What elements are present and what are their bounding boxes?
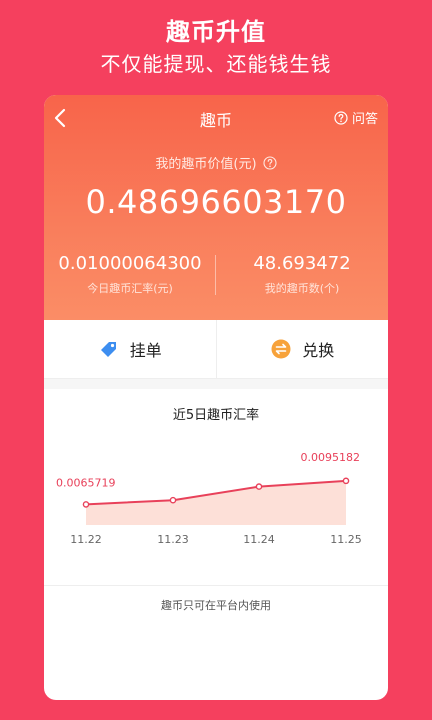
coin-count-value: 48.693472 xyxy=(253,253,351,274)
coin-value-amount: 0.48696603170 xyxy=(85,183,347,221)
chart-point xyxy=(82,501,90,508)
hero-panel: 趣币 问答 我的趣币价值(元) 0.48696603170 0.01000064… xyxy=(44,95,388,320)
coin-count-stat: 48.693472 我的趣币数(个) xyxy=(216,253,388,296)
question-circle-icon[interactable] xyxy=(263,155,277,170)
coin-count-label: 我的趣币数(个) xyxy=(264,282,340,295)
rate-chart: 11.22 11.23 11.24 11.25 0.0065719 0.0095182 xyxy=(56,451,362,545)
chart-title: 近5日趣币汇率 xyxy=(172,408,260,423)
chart-point xyxy=(255,483,263,490)
value-label-row: 我的趣币价值(元) xyxy=(44,153,388,172)
value-label: 我的趣币价值(元) xyxy=(155,157,257,172)
exchange-rate-stat: 0.01000064300 今日趣币汇率(元) xyxy=(44,253,216,296)
exchange-rate-value: 0.01000064300 xyxy=(58,253,202,274)
promo-subtitle: 不仅能提现、还能钱生钱 xyxy=(100,52,332,76)
coin-card: 趣币 问答 我的趣币价值(元) 0.48696603170 0.01000064… xyxy=(44,95,388,700)
chart-x-tick-label: 11.23 xyxy=(157,533,189,545)
chart-x-tick-label: 11.22 xyxy=(70,533,102,545)
exchange-button[interactable]: 兑换 xyxy=(217,320,389,378)
chart-data-label: 0.0065719 xyxy=(56,476,116,489)
chart-data-label: 0.0095182 xyxy=(301,451,361,464)
chart-x-tick-label: 11.24 xyxy=(243,533,275,545)
section-gap xyxy=(44,379,388,389)
list-order-label: 挂单 xyxy=(129,341,162,360)
chart-point xyxy=(169,496,177,504)
list-order-button[interactable]: 挂单 xyxy=(44,320,216,378)
chart-separator xyxy=(44,585,388,586)
promo-title: 趣币升值 xyxy=(166,18,266,46)
chart-point xyxy=(342,477,350,485)
exchange-label: 兑换 xyxy=(302,341,335,360)
chart-x-tick-label: 11.25 xyxy=(330,533,362,545)
action-bar: 挂单 兑换 xyxy=(44,320,388,379)
qa-button[interactable]: 问答 xyxy=(334,108,378,127)
question-circle-icon xyxy=(334,110,348,125)
exchange-icon xyxy=(271,339,291,359)
tag-icon xyxy=(100,342,116,357)
exchange-rate-label: 今日趣币汇率(元) xyxy=(87,282,173,295)
qa-label: 问答 xyxy=(351,112,378,127)
usage-footnote: 趣币只可在平台内使用 xyxy=(161,599,271,612)
